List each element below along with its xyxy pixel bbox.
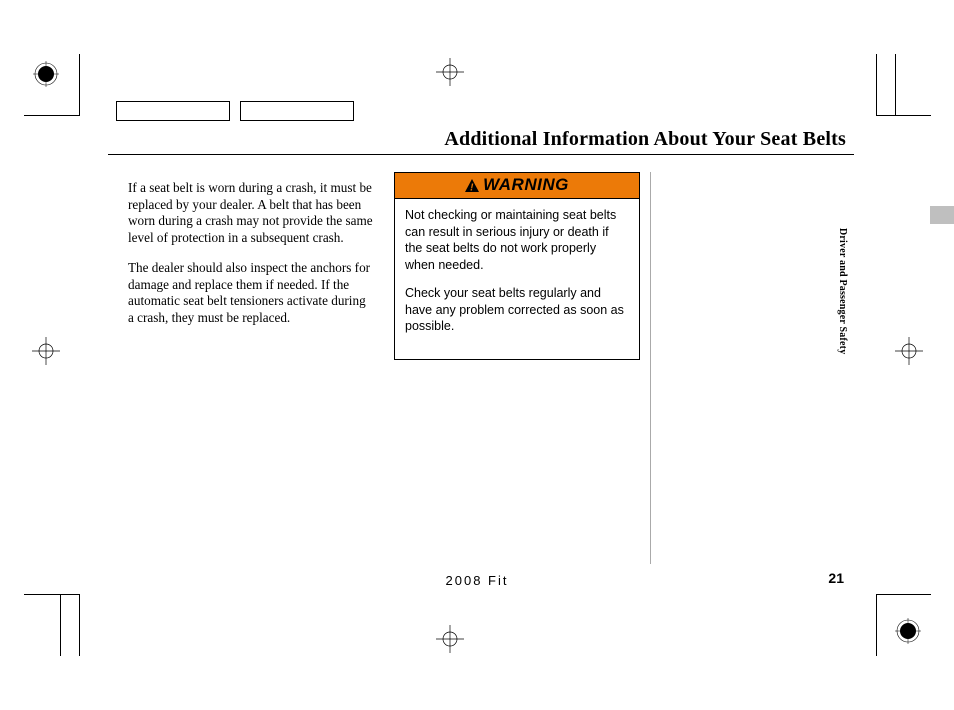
- page-title: Additional Information About Your Seat B…: [444, 128, 846, 151]
- register-mark-icon: [436, 625, 464, 653]
- body-paragraph: The dealer should also inspect the ancho…: [128, 260, 374, 326]
- title-rule: [108, 154, 854, 155]
- warning-paragraph: Not checking or maintaining seat belts c…: [405, 207, 629, 273]
- crop-mark: [24, 594, 79, 595]
- warning-paragraph: Check your seat belts regularly and have…: [405, 285, 629, 335]
- crop-mark: [79, 54, 80, 116]
- warning-triangle-icon: !: [465, 179, 479, 192]
- crop-mark: [895, 54, 896, 116]
- body-column: If a seat belt is worn during a crash, i…: [128, 180, 374, 340]
- crop-mark: [876, 54, 877, 116]
- header-placeholder-box: [116, 101, 230, 121]
- register-mark-icon: [32, 337, 60, 365]
- footer-page-number: 21: [828, 570, 844, 586]
- column-divider: [650, 172, 651, 564]
- crop-mark: [60, 594, 61, 656]
- warning-header: ! WARNING: [395, 173, 639, 199]
- page: Additional Information About Your Seat B…: [0, 0, 954, 710]
- warning-body: Not checking or maintaining seat belts c…: [395, 199, 639, 359]
- header-placeholder-box: [240, 101, 354, 121]
- register-mark-icon: [33, 61, 59, 87]
- section-tab-marker: [930, 206, 954, 224]
- footer-model: 2008 Fit: [0, 573, 954, 588]
- crop-mark: [24, 115, 79, 116]
- section-tab-label: Driver and Passenger Safety: [837, 228, 848, 354]
- warning-label: WARNING: [483, 175, 569, 195]
- crop-mark: [876, 115, 931, 116]
- svg-text:!: !: [470, 182, 474, 192]
- register-mark-icon: [436, 58, 464, 86]
- body-paragraph: If a seat belt is worn during a crash, i…: [128, 180, 374, 246]
- warning-box: ! WARNING Not checking or maintaining se…: [394, 172, 640, 360]
- crop-mark: [876, 594, 877, 656]
- crop-mark: [79, 594, 80, 656]
- register-mark-icon: [895, 618, 921, 644]
- crop-mark: [876, 594, 931, 595]
- register-mark-icon: [895, 337, 923, 365]
